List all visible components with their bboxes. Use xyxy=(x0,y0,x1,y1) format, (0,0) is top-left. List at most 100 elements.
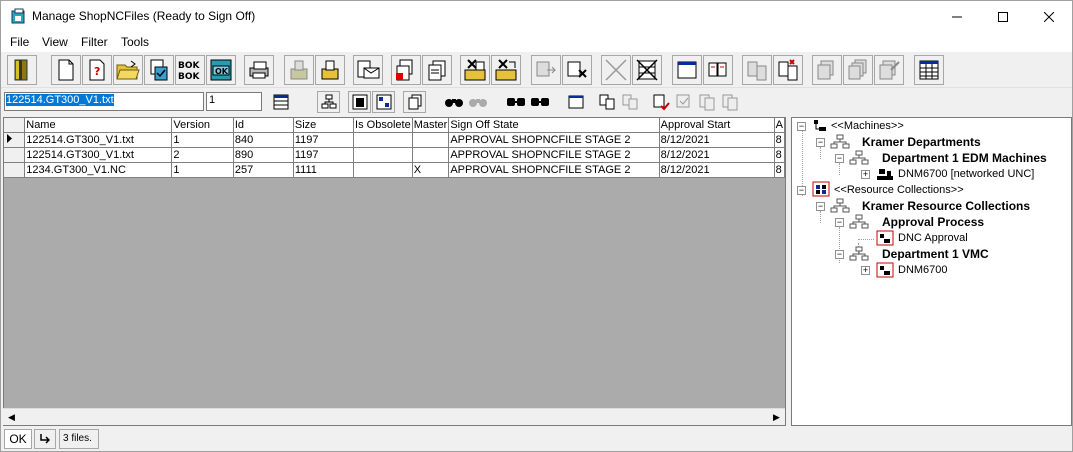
row-selector[interactable] xyxy=(4,147,26,163)
file-name-field[interactable]: 122514.GT300_V1.txt xyxy=(4,92,204,111)
ok-single-button[interactable]: OK xyxy=(206,55,236,85)
cell-size[interactable]: 1197 xyxy=(293,147,355,163)
cell-a[interactable]: 8 xyxy=(774,162,785,178)
cell-id[interactable]: 890 xyxy=(233,147,294,163)
exit-button[interactable] xyxy=(7,55,37,85)
tree-node-dept1-vmc[interactable]: Department 1 VMC xyxy=(882,247,989,261)
cell-id[interactable]: 840 xyxy=(233,132,294,148)
help-document-button[interactable]: ? xyxy=(82,55,112,85)
collapse-kramer-resources[interactable]: − xyxy=(816,202,825,211)
column-header-version[interactable]: Version xyxy=(171,118,234,133)
table-row[interactable]: 1234.GT300_V1.NC 1 257 1111 X APPROVAL S… xyxy=(4,162,785,178)
cell-approval-start[interactable]: 8/12/2021 xyxy=(659,162,775,178)
cell-is-obsolete[interactable] xyxy=(353,147,413,163)
export-button[interactable] xyxy=(315,55,345,85)
cell-id[interactable]: 257 xyxy=(233,162,294,178)
cell-sign-off-state[interactable]: APPROVAL SHOPNCFILE STAGE 2 xyxy=(448,132,660,148)
table-row[interactable]: 122514.GT300_V1.txt 2 890 1197 APPROVAL … xyxy=(4,147,785,163)
cell-is-obsolete[interactable] xyxy=(353,162,413,178)
tree-node-dnm-networked[interactable]: DNM6700 [networked UNC] xyxy=(898,168,1034,180)
compare-red-button[interactable] xyxy=(773,55,803,85)
column-header-id[interactable]: Id xyxy=(233,118,294,133)
cell-sign-off-state[interactable]: APPROVAL SHOPNCFILE STAGE 2 xyxy=(448,147,660,163)
column-header-is-obsolete[interactable]: Is Obsolete xyxy=(353,118,413,133)
tree-node-dept1-edm[interactable]: Department 1 EDM Machines xyxy=(882,151,1047,165)
version-field[interactable]: 1 xyxy=(206,92,262,111)
return-button[interactable] xyxy=(34,429,56,449)
scroll-right-icon[interactable]: ▶ xyxy=(768,409,785,426)
scroll-left-icon[interactable]: ◀ xyxy=(3,409,20,426)
minimize-button[interactable] xyxy=(934,1,980,32)
cancel-transfer-button[interactable] xyxy=(562,55,592,85)
hierarchy-button[interactable] xyxy=(317,91,340,113)
cell-name[interactable]: 122514.GT300_V1.txt xyxy=(24,132,173,148)
open-folder-button[interactable] xyxy=(113,55,143,85)
cell-master[interactable] xyxy=(412,147,450,163)
collapse-resources[interactable]: − xyxy=(797,186,806,195)
column-header-size[interactable]: Size xyxy=(293,118,355,133)
reject-button[interactable] xyxy=(672,91,695,113)
clone-edit-button[interactable] xyxy=(874,55,904,85)
column-header-name[interactable]: Name xyxy=(24,118,173,133)
copy-view-button[interactable] xyxy=(403,91,426,113)
table-view-button[interactable] xyxy=(269,91,292,113)
compare-button[interactable] xyxy=(742,55,772,85)
column-header-sign-off-state[interactable]: Sign Off State xyxy=(448,118,660,133)
maximize-button[interactable] xyxy=(980,1,1026,32)
checklist-button[interactable] xyxy=(144,55,174,85)
tree-node-approval-process[interactable]: Approval Process xyxy=(882,215,984,229)
collapse-approval-process[interactable]: − xyxy=(835,218,844,227)
cell-master[interactable]: X xyxy=(412,162,450,178)
add-document-button[interactable] xyxy=(391,55,421,85)
clone-button[interactable] xyxy=(812,55,842,85)
cell-a[interactable]: 8 xyxy=(774,132,785,148)
cell-sign-off-state[interactable]: APPROVAL SHOPNCFILE STAGE 2 xyxy=(448,162,660,178)
copy-documents-button[interactable] xyxy=(422,55,452,85)
collapse-dept1-vmc[interactable]: − xyxy=(835,250,844,259)
expand-dnm-networked[interactable]: + xyxy=(861,170,870,179)
tree-node-kramer-departments[interactable]: Kramer Departments xyxy=(862,135,981,149)
machine-view-button[interactable] xyxy=(348,91,371,113)
calendar-table-button[interactable] xyxy=(914,55,944,85)
send-mail-button[interactable] xyxy=(353,55,383,85)
close-button[interactable] xyxy=(1026,1,1072,32)
release-button[interactable] xyxy=(718,91,741,113)
cell-master[interactable] xyxy=(412,132,450,148)
cell-name[interactable]: 122514.GT300_V1.txt xyxy=(24,147,173,163)
book-button[interactable] xyxy=(703,55,733,85)
cell-version[interactable]: 1 xyxy=(171,132,234,148)
tree-node-machines[interactable]: <<Machines>> xyxy=(831,120,904,132)
cell-approval-start[interactable]: 8/12/2021 xyxy=(659,147,775,163)
history-button[interactable] xyxy=(695,91,718,113)
link-button[interactable] xyxy=(504,91,527,113)
cell-size[interactable]: 1197 xyxy=(293,132,355,148)
tree-node-resource-collections[interactable]: <<Resource Collections>> xyxy=(834,184,964,196)
cell-a[interactable]: 8 xyxy=(774,147,785,163)
menu-file[interactable]: File xyxy=(10,35,29,49)
grid-off-button[interactable] xyxy=(632,55,662,85)
cell-is-obsolete[interactable] xyxy=(353,132,413,148)
window-button[interactable] xyxy=(672,55,702,85)
menu-tools[interactable]: Tools xyxy=(121,35,149,49)
link-alt-button[interactable] xyxy=(528,91,551,113)
delete-to-folder-button[interactable] xyxy=(460,55,490,85)
documents-small-button[interactable] xyxy=(595,91,618,113)
documents-disabled-button[interactable] xyxy=(618,91,641,113)
cell-approval-start[interactable]: 8/12/2021 xyxy=(659,132,775,148)
resource-view-button[interactable] xyxy=(372,91,395,113)
tree-node-dnm6700[interactable]: DNM6700 xyxy=(898,264,948,276)
ok-button[interactable]: OK xyxy=(4,429,32,449)
cell-size[interactable]: 1111 xyxy=(293,162,355,178)
window-small-button[interactable] xyxy=(564,91,587,113)
menu-view[interactable]: View xyxy=(42,35,68,49)
ok-all-button[interactable]: BOK BOK xyxy=(175,55,205,85)
clone-multiple-button[interactable] xyxy=(843,55,873,85)
menu-filter[interactable]: Filter xyxy=(81,35,108,49)
column-header-master[interactable]: Master xyxy=(412,118,450,133)
import-button[interactable] xyxy=(284,55,314,85)
column-header-approval-start[interactable]: Approval Start xyxy=(659,118,775,133)
expand-dnm6700[interactable]: + xyxy=(861,266,870,275)
tree-node-dnc-approval[interactable]: DNC Approval xyxy=(898,232,968,244)
collapse-machines[interactable]: − xyxy=(797,122,806,131)
collapse-dept1-edm[interactable]: − xyxy=(835,154,844,163)
